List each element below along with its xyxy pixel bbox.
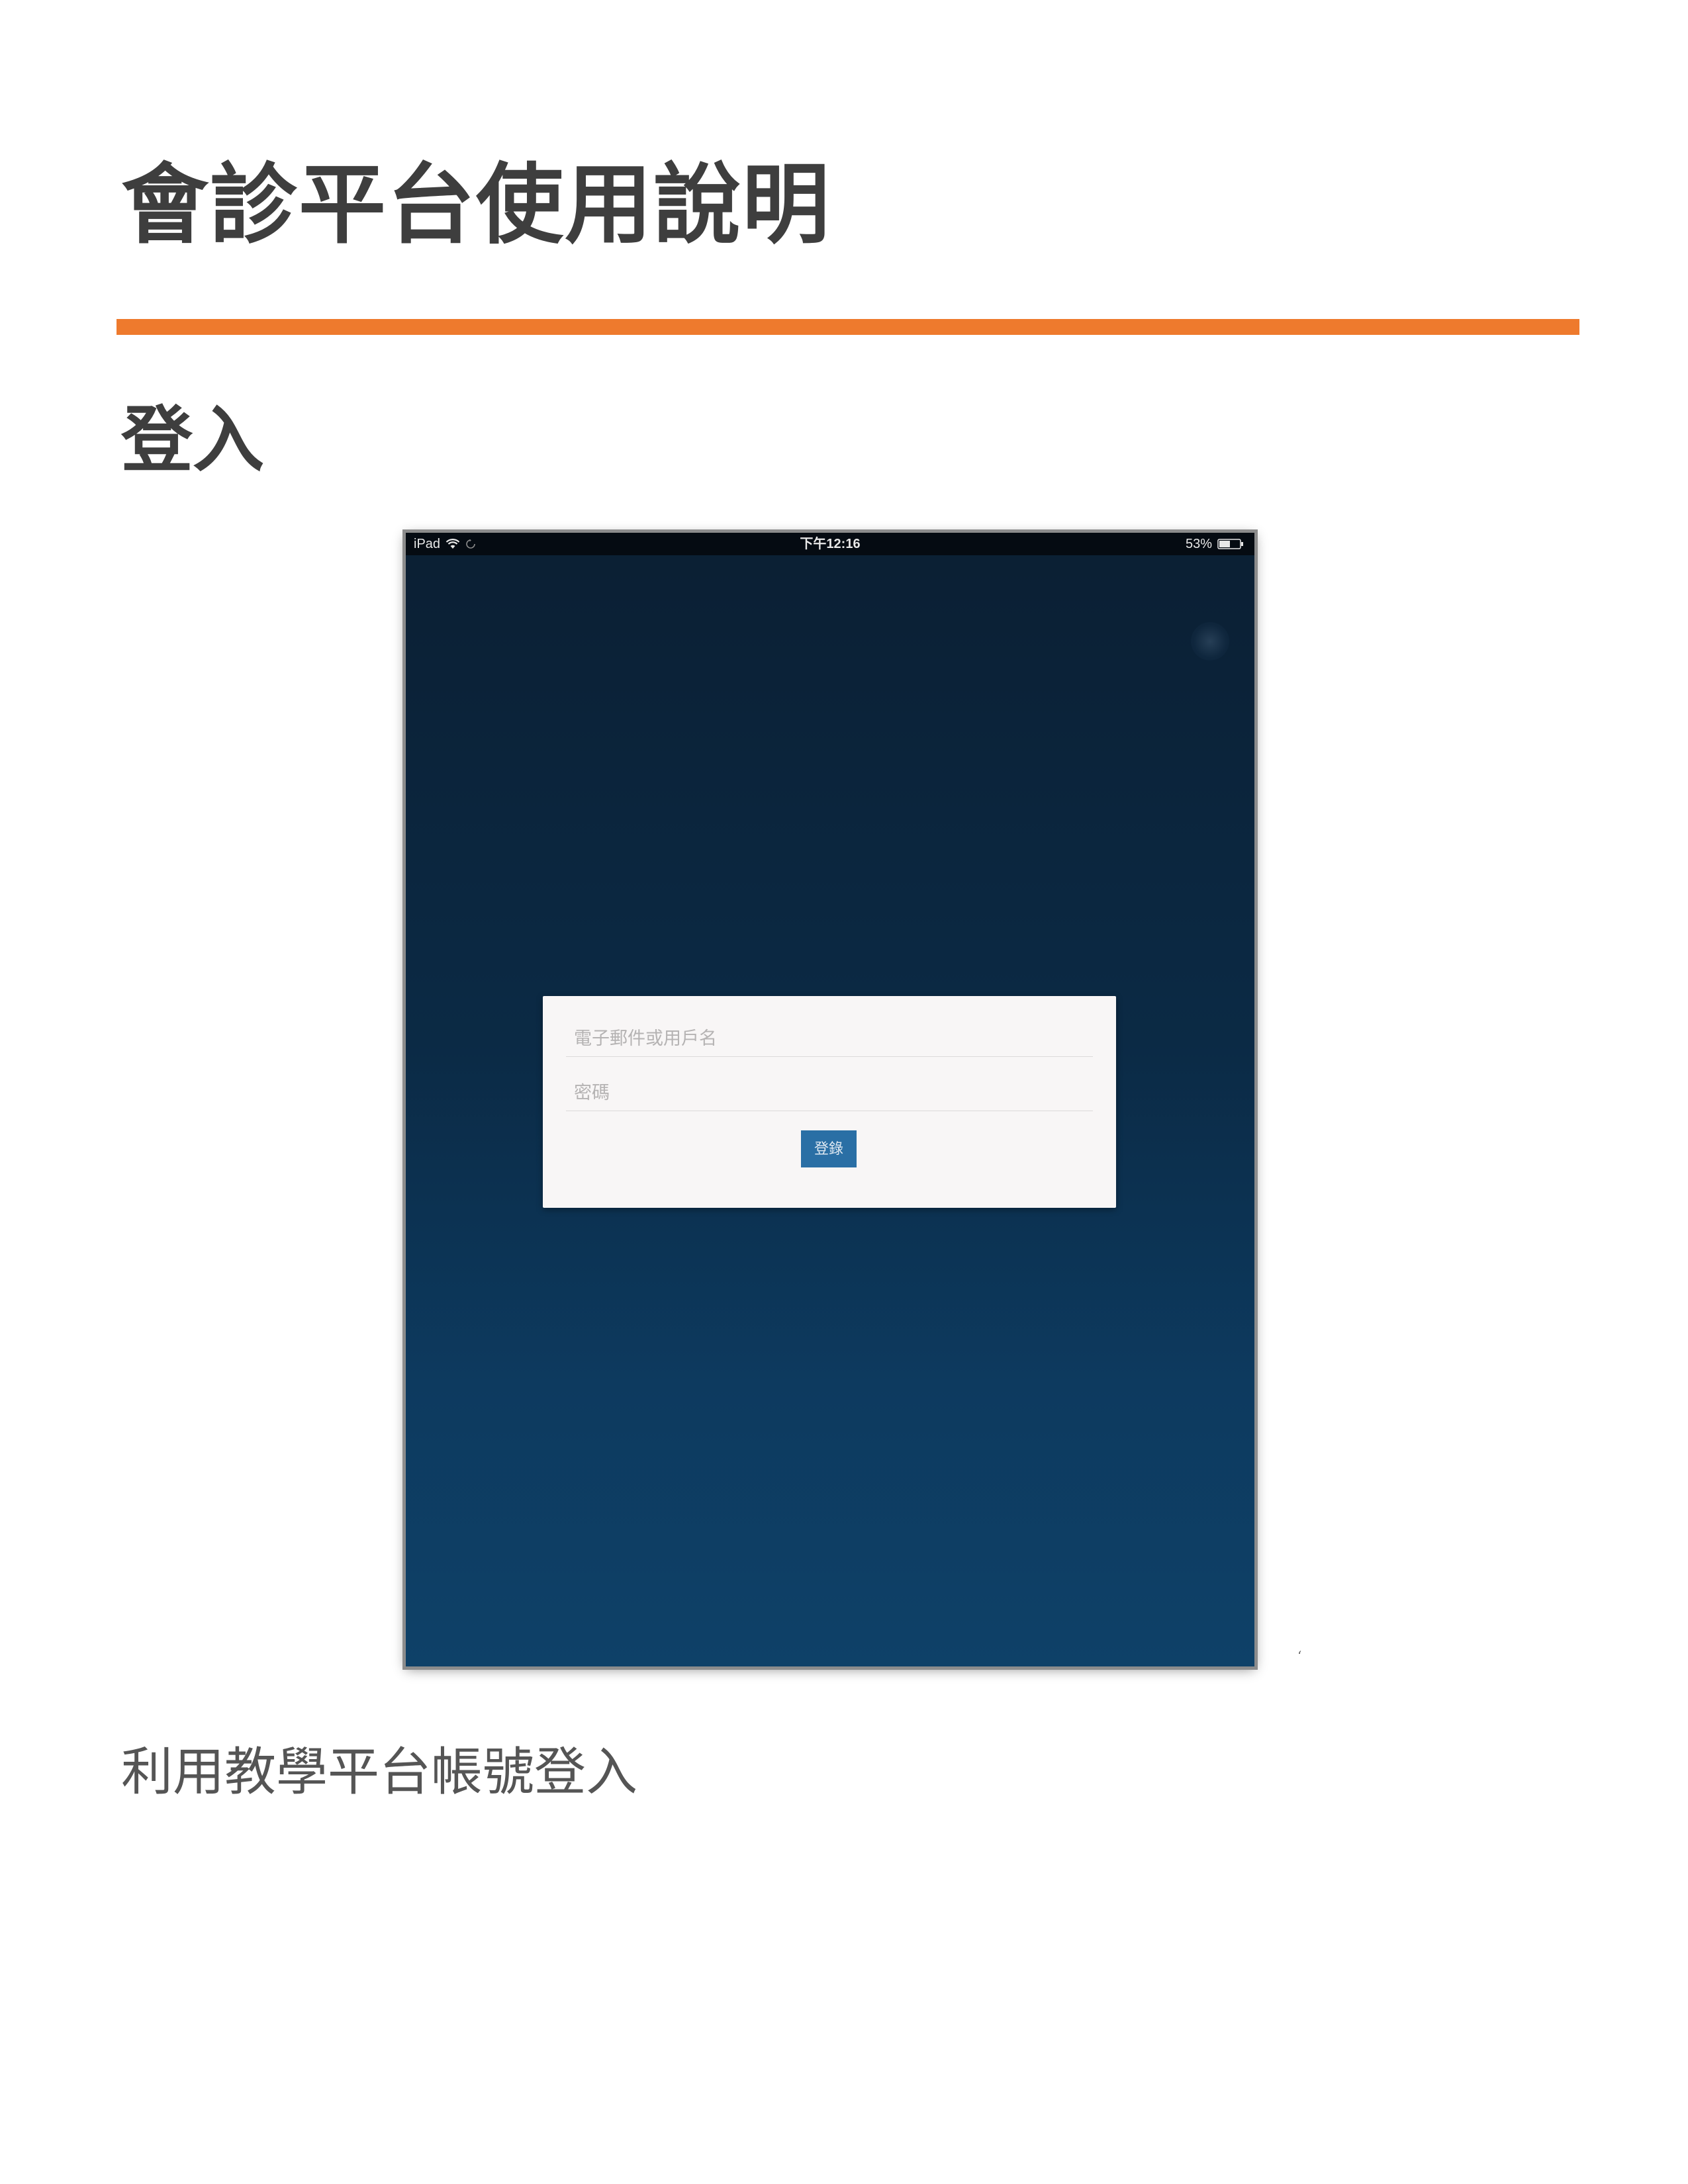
status-bar-right: 53% (1186, 533, 1244, 555)
document-title: 會診平台使用說明 (121, 154, 831, 256)
section-heading: 登入 (121, 398, 265, 482)
status-time: 下午12:16 (800, 537, 861, 551)
caption-text: 利用教學平台帳號登入 (121, 1743, 638, 1802)
assistive-touch-button[interactable] (1191, 622, 1229, 660)
title-divider (117, 319, 1579, 335)
login-button[interactable]: 登錄 (801, 1130, 857, 1167)
stray-mark: ‘ (1297, 1648, 1302, 1664)
status-bar: iPad 下午12:16 53% (406, 533, 1254, 555)
login-card: 登錄 (543, 996, 1116, 1208)
battery-icon (1217, 539, 1244, 549)
battery-percent: 53% (1185, 537, 1212, 551)
password-field-wrapper (566, 1069, 1093, 1111)
document-page: 會診平台使用說明 登入 iPad 下午12:16 53% 電子郵件或用戶名 登錄… (0, 0, 1688, 2184)
email-field[interactable] (566, 1015, 1093, 1056)
password-field[interactable] (566, 1069, 1093, 1111)
email-field-wrapper (566, 1015, 1093, 1057)
ipad-login-screenshot: iPad 下午12:16 53% 電子郵件或用戶名 登錄 (406, 533, 1254, 1666)
